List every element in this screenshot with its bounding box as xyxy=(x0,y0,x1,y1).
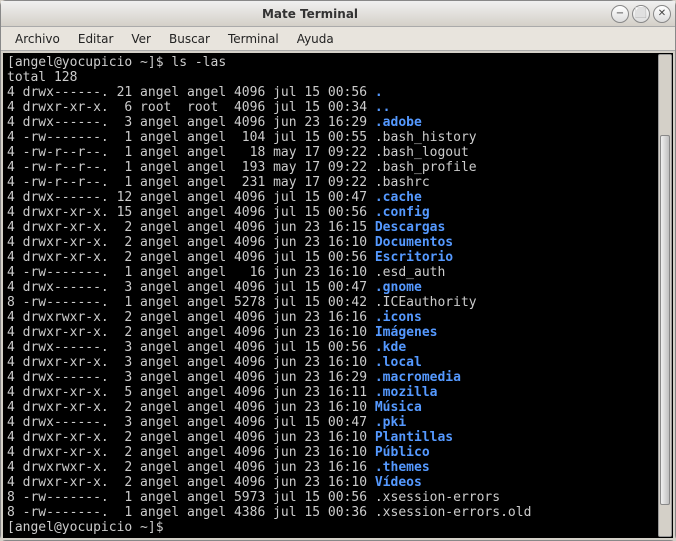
filename: Público xyxy=(375,445,430,460)
prompt-line: [angel@yocupicio ~]$ xyxy=(7,520,669,535)
menubar: Archivo Editar Ver Buscar Terminal Ayuda xyxy=(1,27,675,51)
filename: Imágenes xyxy=(375,325,438,340)
ls-row: 4 drwxr-xr-x. 3 angel angel 4096 jun 23 … xyxy=(7,355,669,370)
ls-row: 4 drwxrwxr-x. 2 angel angel 4096 jun 23 … xyxy=(7,460,669,475)
filename: .bash_profile xyxy=(375,160,477,175)
ls-row: 4 drwxr-xr-x. 2 angel angel 4096 jun 23 … xyxy=(7,325,669,340)
ls-row: 8 -rw-------. 1 angel angel 5278 jul 15 … xyxy=(7,295,669,310)
filename: .gnome xyxy=(375,280,422,295)
filename: Documentos xyxy=(375,235,453,250)
close-icon: ✕ xyxy=(658,8,666,19)
ls-row: 4 drwx------. 12 angel angel 4096 jul 15… xyxy=(7,190,669,205)
filename: .ICEauthority xyxy=(375,295,477,310)
ls-row: 4 drwx------. 3 angel angel 4096 jul 15 … xyxy=(7,280,669,295)
filename: .esd_auth xyxy=(375,265,445,280)
scrollbar-thumb[interactable] xyxy=(660,135,670,505)
ls-row: 4 drwxr-xr-x. 2 angel angel 4096 jun 23 … xyxy=(7,220,669,235)
total-line: total 128 xyxy=(7,70,669,85)
ls-row: 4 drwxr-xr-x. 2 angel angel 4096 jun 23 … xyxy=(7,430,669,445)
ls-row: 4 -rw-------. 1 angel angel 16 jun 23 16… xyxy=(7,265,669,280)
filename: .xsession-errors xyxy=(375,490,500,505)
ls-row: 4 drwxr-xr-x. 6 root root 4096 jul 15 00… xyxy=(7,100,669,115)
filename: Música xyxy=(375,400,422,415)
ls-row: 4 drwxr-xr-x. 2 angel angel 4096 jul 15 … xyxy=(7,250,669,265)
window-controls: − ⬜ ✕ xyxy=(611,5,671,23)
titlebar[interactable]: Mate Terminal − ⬜ ✕ xyxy=(1,1,675,27)
ls-row: 4 drwxr-xr-x. 2 angel angel 4096 jun 23 … xyxy=(7,475,669,490)
filename: Escritorio xyxy=(375,250,453,265)
ls-row: 4 drwxr-xr-x. 2 angel angel 4096 jun 23 … xyxy=(7,400,669,415)
close-button[interactable]: ✕ xyxy=(653,5,671,23)
ls-row: 4 drwxr-xr-x. 15 angel angel 4096 jul 15… xyxy=(7,205,669,220)
filename: .adobe xyxy=(375,115,422,130)
ls-row: 4 drwxr-xr-x. 5 angel angel 4096 jun 23 … xyxy=(7,385,669,400)
menu-ver[interactable]: Ver xyxy=(123,29,159,49)
minimize-button[interactable]: − xyxy=(611,5,629,23)
maximize-button[interactable]: ⬜ xyxy=(632,5,650,23)
ls-row: 4 -rw-r--r--. 1 angel angel 193 may 17 0… xyxy=(7,160,669,175)
filename: .pki xyxy=(375,415,406,430)
filename: Plantillas xyxy=(375,430,453,445)
terminal-output[interactable]: [angel@yocupicio ~]$ ls -lastotal 1284 d… xyxy=(3,53,673,538)
filename: .bashrc xyxy=(375,175,430,190)
filename: .bash_logout xyxy=(375,145,469,160)
filename: .cache xyxy=(375,190,422,205)
ls-row: 4 drwx------. 3 angel angel 4096 jul 15 … xyxy=(7,340,669,355)
scrollbar-track[interactable] xyxy=(658,54,672,537)
ls-row: 4 -rw-r--r--. 1 angel angel 231 may 17 0… xyxy=(7,175,669,190)
filename: Descargas xyxy=(375,220,445,235)
ls-row: 4 drwxr-xr-x. 2 angel angel 4096 jun 23 … xyxy=(7,445,669,460)
ls-row: 4 drwx------. 3 angel angel 4096 jul 15 … xyxy=(7,415,669,430)
ls-row: 4 drwx------. 3 angel angel 4096 jun 23 … xyxy=(7,115,669,130)
menu-terminal[interactable]: Terminal xyxy=(220,29,287,49)
menu-archivo[interactable]: Archivo xyxy=(7,29,68,49)
filename: .config xyxy=(375,205,430,220)
ls-row: 8 -rw-------. 1 angel angel 4386 jul 15 … xyxy=(7,505,669,520)
filename: Vídeos xyxy=(375,475,422,490)
filename: . xyxy=(375,85,383,100)
ls-row: 4 drwx------. 21 angel angel 4096 jul 15… xyxy=(7,85,669,100)
ls-row: 4 drwx------. 3 angel angel 4096 jun 23 … xyxy=(7,370,669,385)
filename: .themes xyxy=(375,460,430,475)
menu-buscar[interactable]: Buscar xyxy=(161,29,218,49)
filename: .mozilla xyxy=(375,385,438,400)
terminal-container: [angel@yocupicio ~]$ ls -lastotal 1284 d… xyxy=(1,51,675,540)
maximize-icon: ⬜ xyxy=(635,8,647,19)
filename: .xsession-errors.old xyxy=(375,505,532,520)
ls-row: 8 -rw-------. 1 angel angel 5973 jul 15 … xyxy=(7,490,669,505)
filename: .macromedia xyxy=(375,370,461,385)
filename: .icons xyxy=(375,310,422,325)
minimize-icon: − xyxy=(616,8,624,19)
filename: .. xyxy=(375,100,391,115)
prompt-line: [angel@yocupicio ~]$ ls -las xyxy=(7,55,669,70)
window-title: Mate Terminal xyxy=(9,7,611,21)
filename: .bash_history xyxy=(375,130,477,145)
ls-row: 4 drwxrwxr-x. 2 angel angel 4096 jun 23 … xyxy=(7,310,669,325)
menu-ayuda[interactable]: Ayuda xyxy=(289,29,342,49)
menu-editar[interactable]: Editar xyxy=(70,29,122,49)
ls-row: 4 drwxr-xr-x. 2 angel angel 4096 jun 23 … xyxy=(7,235,669,250)
filename: .local xyxy=(375,355,422,370)
filename: .kde xyxy=(375,340,406,355)
ls-row: 4 -rw-r--r--. 1 angel angel 18 may 17 09… xyxy=(7,145,669,160)
ls-row: 4 -rw-------. 1 angel angel 104 jul 15 0… xyxy=(7,130,669,145)
